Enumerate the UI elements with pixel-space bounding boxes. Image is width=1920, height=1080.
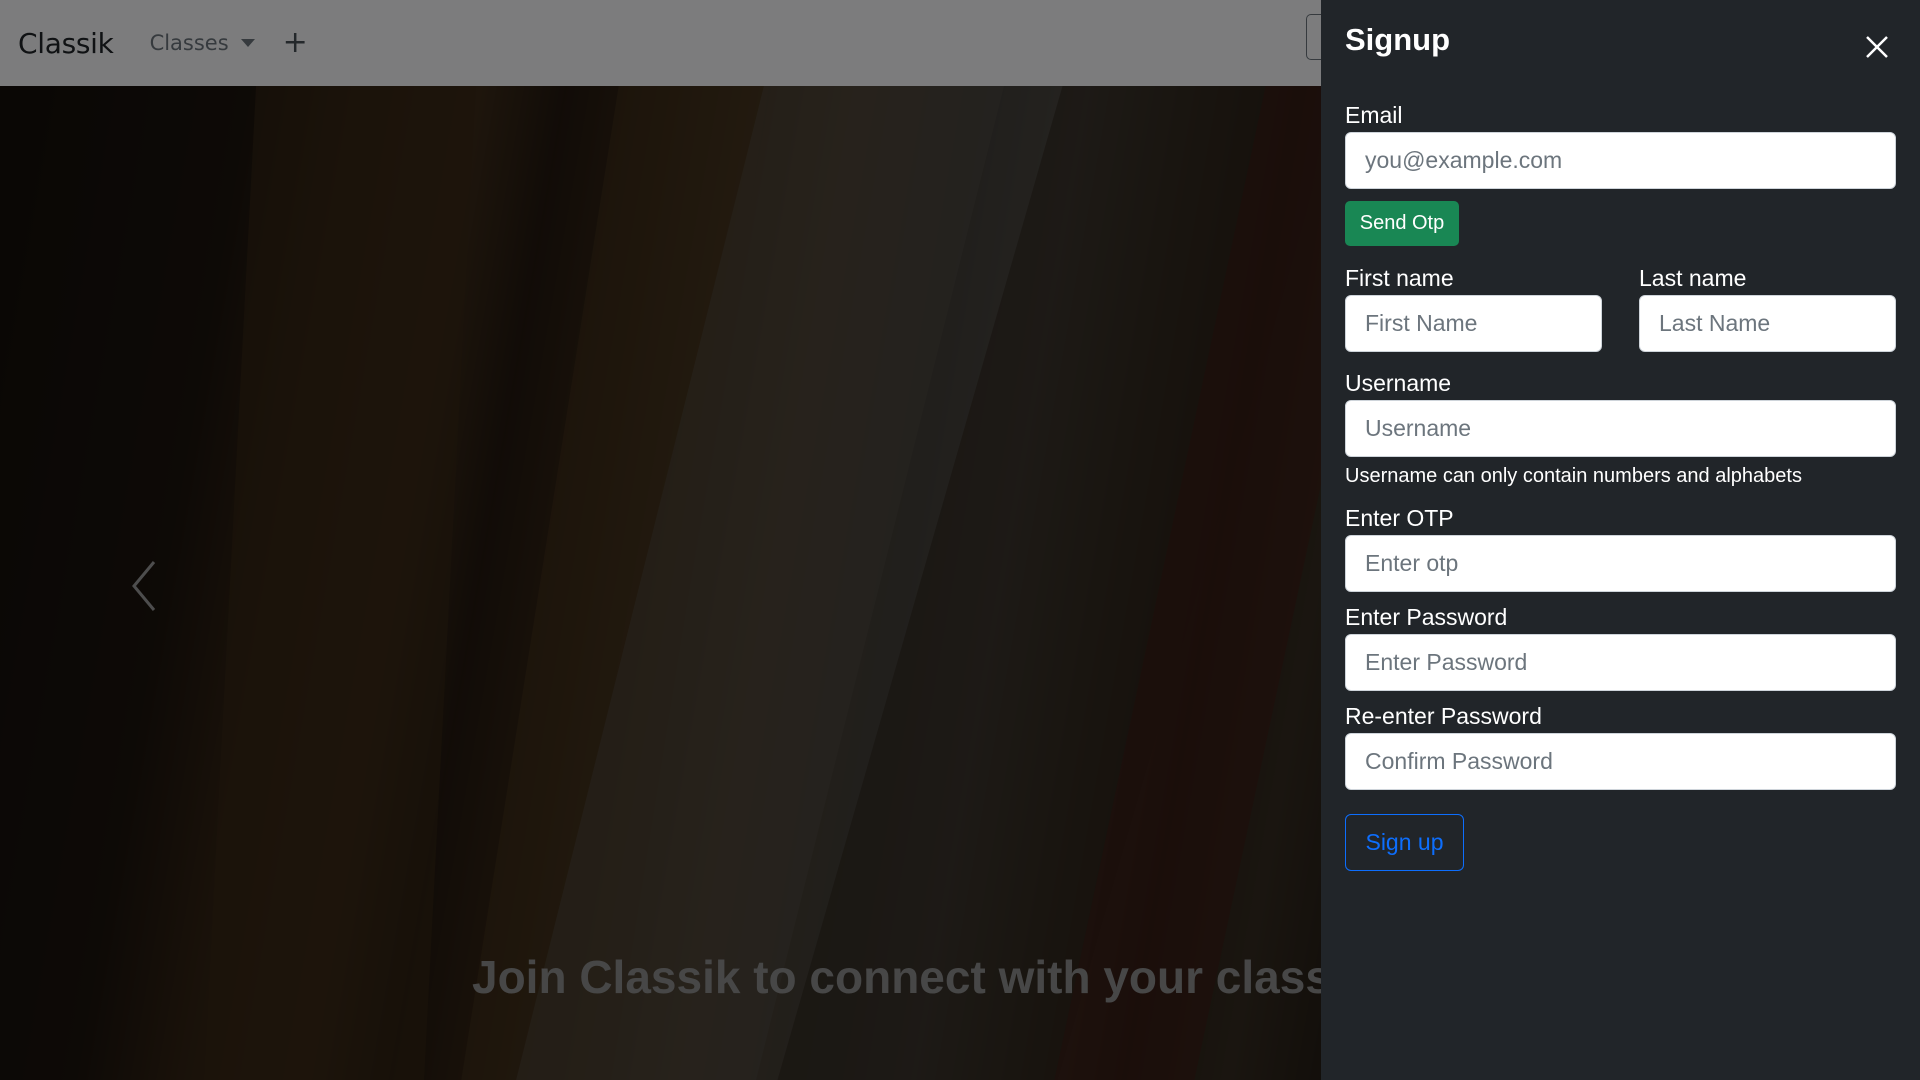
- confirm-password-label: Re-enter Password: [1345, 703, 1542, 729]
- email-field[interactable]: [1345, 132, 1896, 189]
- close-button[interactable]: [1862, 32, 1892, 62]
- send-otp-button[interactable]: Send Otp: [1345, 201, 1459, 246]
- last-name-label: Last name: [1639, 265, 1747, 291]
- confirm-password-field[interactable]: [1345, 733, 1896, 790]
- signup-title: Signup: [1345, 22, 1451, 57]
- first-name-field[interactable]: [1345, 295, 1602, 352]
- last-name-field[interactable]: [1639, 295, 1896, 352]
- email-label: Email: [1345, 102, 1403, 128]
- username-help-text: Username can only contain numbers and al…: [1345, 465, 1802, 487]
- close-icon: [1866, 36, 1888, 58]
- password-label: Enter Password: [1345, 604, 1508, 630]
- otp-label: Enter OTP: [1345, 505, 1454, 531]
- otp-field[interactable]: [1345, 535, 1896, 592]
- signup-button[interactable]: Sign up: [1345, 814, 1464, 871]
- signup-panel: Signup Email Send Otp First name Last na…: [1321, 0, 1920, 1080]
- signup-header: Signup: [1345, 22, 1896, 66]
- username-label: Username: [1345, 370, 1452, 396]
- first-name-label: First name: [1345, 265, 1454, 291]
- password-field[interactable]: [1345, 634, 1896, 691]
- username-field[interactable]: [1345, 400, 1896, 457]
